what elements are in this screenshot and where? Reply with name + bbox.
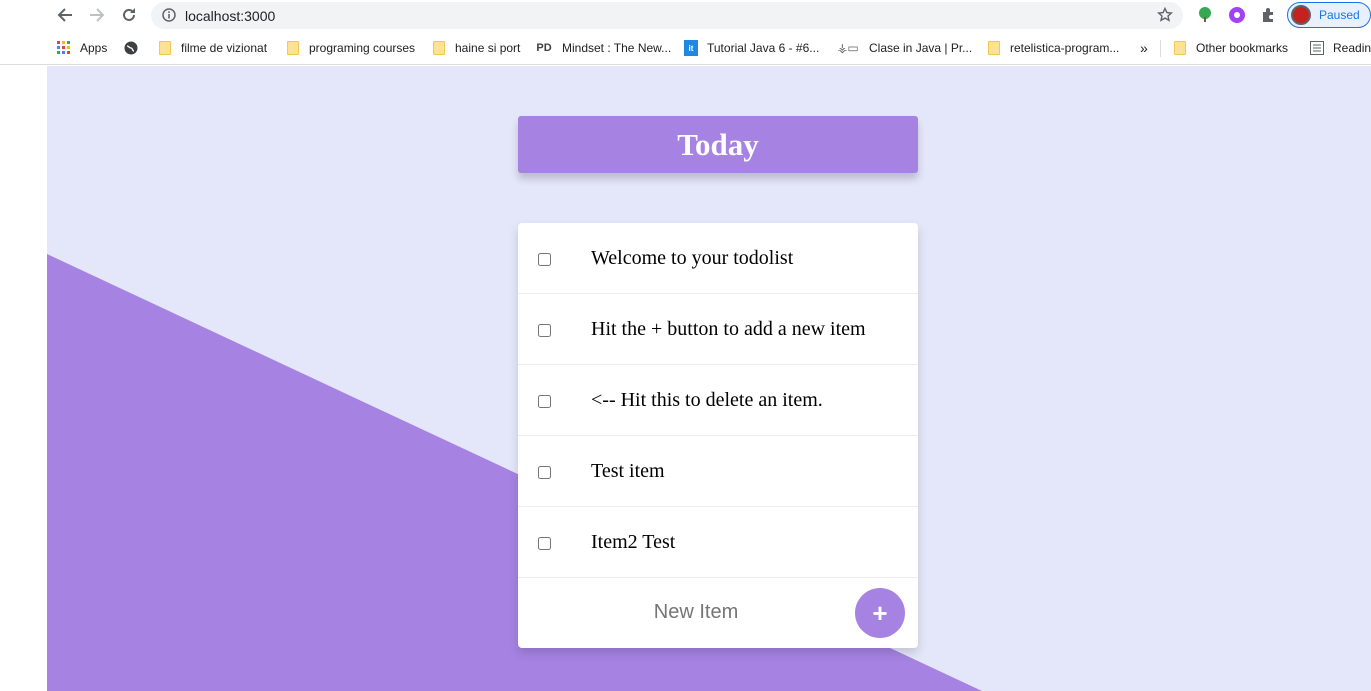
bookmark-filme[interactable]: filme de vizionat	[158, 39, 267, 57]
bookmark-label: programing courses	[309, 41, 416, 55]
item-checkbox[interactable]	[538, 253, 551, 266]
reload-icon	[123, 8, 135, 21]
puzzle-extensions-icon[interactable]	[1260, 6, 1278, 24]
bookmark-label: Clase in Java | Pr...	[869, 41, 973, 55]
arrow-left-icon	[57, 8, 72, 22]
folder-icon	[286, 40, 300, 56]
itc-icon: it	[684, 40, 698, 56]
pd-icon: PD	[536, 42, 552, 54]
profile-button[interactable]: Paused	[1287, 2, 1371, 28]
bookmark-label: haine si port	[455, 41, 521, 55]
bookmark-label: Mindset : The New...	[562, 41, 672, 55]
globe-icon	[124, 40, 138, 56]
todo-card: Welcome to your todolist Hit the + butto…	[518, 223, 918, 648]
reading-list-button[interactable]: Readin	[1310, 39, 1371, 57]
bookmarks-divider	[1160, 40, 1161, 57]
folder-icon	[987, 40, 1001, 56]
folder-icon	[158, 40, 172, 56]
bookmark-other[interactable]: Other bookmarks	[1173, 39, 1288, 57]
bookmark-label: Apps	[80, 41, 108, 55]
item-checkbox[interactable]	[538, 324, 551, 337]
apps-grid-icon	[57, 40, 71, 56]
reading-list-icon	[1310, 40, 1324, 56]
purple-extension-icon[interactable]	[1228, 6, 1246, 24]
chevron-double-right-icon: »	[1140, 40, 1148, 56]
bookmark-label: Readin	[1333, 41, 1371, 55]
site-icon: ⚶▭	[837, 41, 859, 55]
new-item-input[interactable]	[578, 597, 814, 627]
list-item: Item2 Test	[518, 507, 918, 578]
browser-toolbar: localhost:3000 Paused	[0, 0, 1371, 31]
folder-icon	[1173, 40, 1187, 56]
reload-button[interactable]	[117, 4, 141, 26]
bookmarks-bar: Apps filme de vizionat programing course…	[0, 31, 1371, 65]
bookmarks-overflow-button[interactable]: »	[1140, 39, 1148, 57]
item-text: Test item	[591, 460, 665, 482]
title-banner: Today	[518, 116, 918, 173]
list-item: Test item	[518, 436, 918, 507]
bookmark-haine[interactable]: haine si port	[432, 39, 520, 57]
item-text: <-- Hit this to delete an item.	[591, 389, 823, 411]
page-title: Today	[677, 126, 759, 162]
list-item: <-- Hit this to delete an item.	[518, 365, 918, 436]
forward-button[interactable]	[85, 4, 109, 26]
bookmark-label: filme de vizionat	[181, 41, 268, 55]
bookmark-mindset[interactable]: PD Mindset : The New...	[535, 39, 671, 57]
folder-icon	[432, 40, 446, 56]
avatar	[1291, 5, 1311, 25]
star-icon[interactable]	[1157, 7, 1173, 23]
list-item: Welcome to your todolist	[518, 223, 918, 294]
tree-extension-icon[interactable]	[1196, 6, 1214, 24]
info-icon[interactable]	[162, 8, 176, 22]
bookmark-label: retelistica-program...	[1010, 41, 1120, 55]
item-text: Welcome to your todolist	[591, 247, 794, 269]
arrow-right-icon	[90, 8, 105, 22]
page-background: Today Welcome to your todolist Hit the +…	[47, 66, 1371, 691]
bookmark-label: Tutorial Java 6 - #6...	[707, 41, 820, 55]
item-text: Item2 Test	[591, 531, 676, 553]
bookmark-programing[interactable]: programing courses	[286, 39, 415, 57]
item-text: Hit the + button to add a new item	[591, 318, 866, 340]
bookmark-globe[interactable]	[124, 39, 147, 57]
bookmark-apps[interactable]: Apps	[57, 39, 107, 57]
bookmark-clase-java[interactable]: ⚶▭ Clase in Java | Pr...	[836, 39, 972, 57]
add-item-button[interactable]: +	[855, 588, 905, 638]
item-checkbox[interactable]	[538, 466, 551, 479]
bookmark-retelistica[interactable]: retelistica-program...	[987, 39, 1119, 57]
item-checkbox[interactable]	[538, 537, 551, 550]
url-text: localhost:3000	[185, 8, 276, 24]
address-bar[interactable]: localhost:3000	[151, 2, 1183, 29]
list-item: Hit the + button to add a new item	[518, 294, 918, 365]
bookmark-tutorial-java[interactable]: it Tutorial Java 6 - #6...	[684, 39, 819, 57]
back-button[interactable]	[53, 4, 77, 26]
bookmark-label: Other bookmarks	[1196, 41, 1289, 55]
profile-status: Paused	[1319, 8, 1360, 22]
item-checkbox[interactable]	[538, 395, 551, 408]
